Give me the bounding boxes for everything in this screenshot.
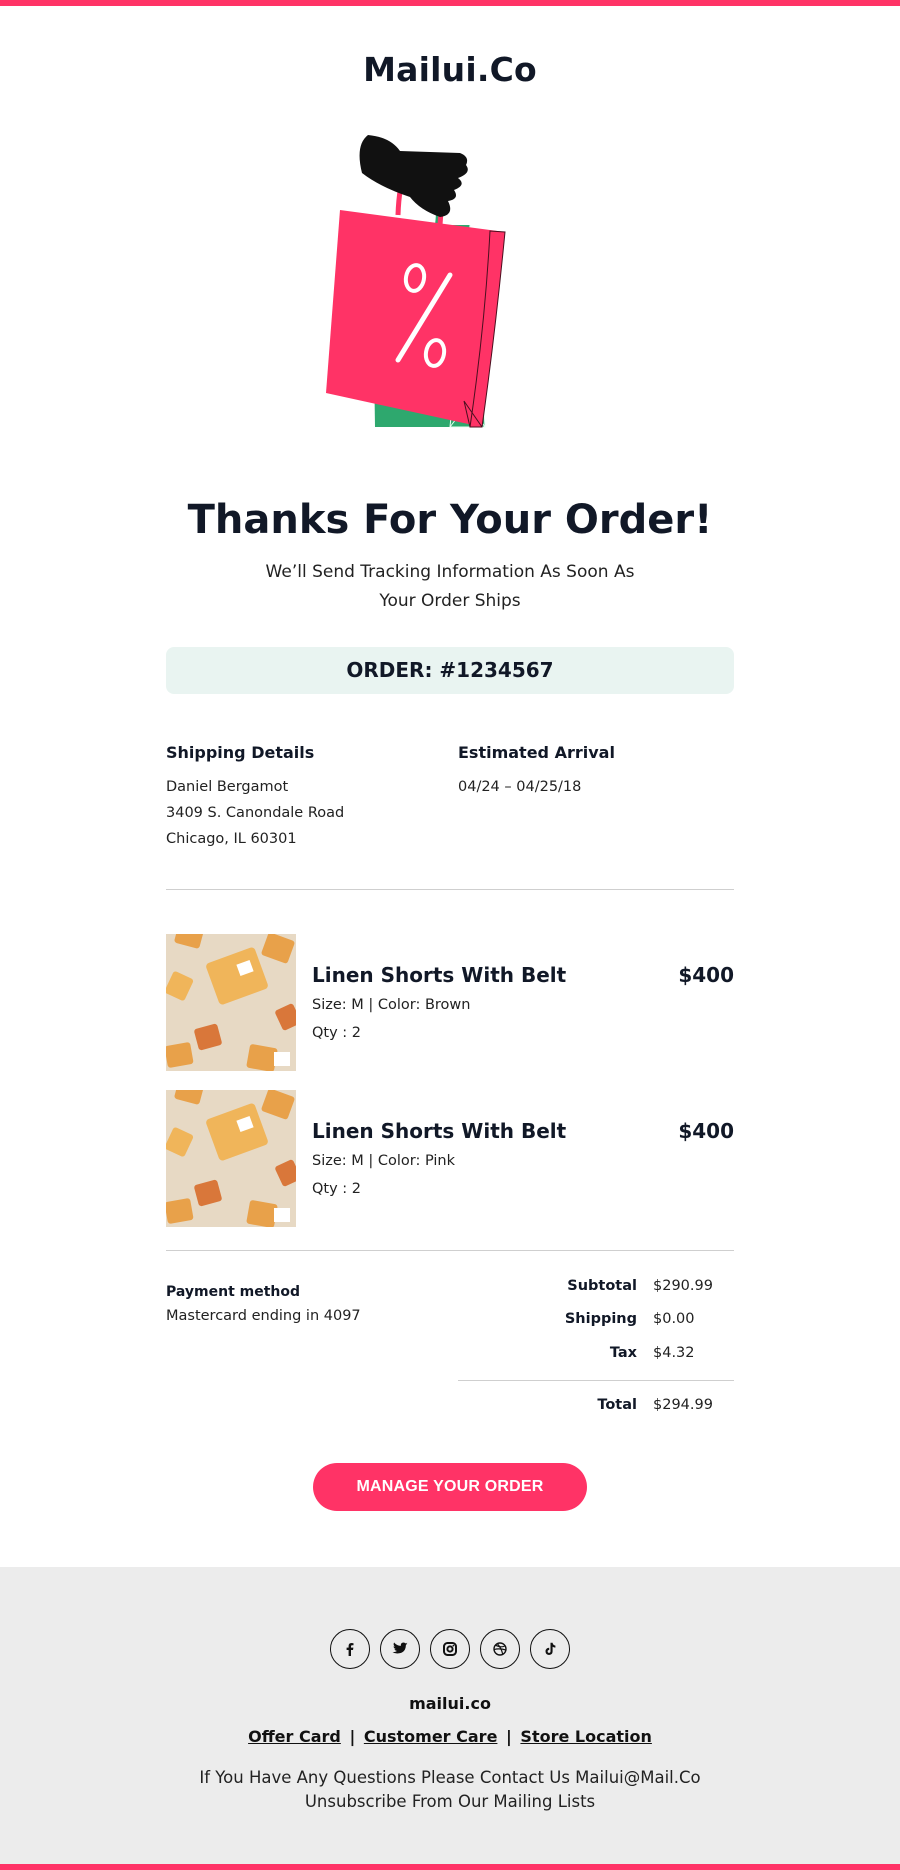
store-location-link[interactable]: Store Location — [520, 1727, 651, 1746]
offer-card-link[interactable]: Offer Card — [248, 1727, 341, 1746]
divider — [166, 1250, 734, 1251]
tax-row: Tax $4.32 — [458, 1345, 734, 1365]
footer-links: Offer Card | Customer Care | Store Locat… — [0, 1727, 900, 1746]
manage-order-button[interactable]: MANAGE YOUR ORDER — [313, 1463, 587, 1511]
page-subtitle: We’ll Send Tracking Information As Soon … — [265, 562, 635, 611]
product-details: Size: M | Color: Brown — [312, 997, 471, 1013]
social-links — [0, 1629, 900, 1669]
bottom-accent-bar — [0, 1864, 900, 1870]
product-image[interactable] — [166, 1090, 296, 1227]
payment-method-label: Payment method — [166, 1284, 301, 1300]
shipping-value: $0.00 — [653, 1311, 695, 1327]
shipping-name: Daniel Bergamot — [166, 779, 289, 795]
product-qty: Qty : 2 — [312, 1025, 362, 1041]
instagram-icon[interactable] — [430, 1629, 470, 1669]
product-name[interactable]: Linen Shorts With Belt — [312, 1119, 566, 1143]
top-accent-bar — [0, 0, 900, 6]
tax-label: Tax — [609, 1345, 637, 1361]
order-number-badge: ORDER: #1234567 — [166, 647, 734, 694]
product-item: Linen Shorts With Belt $400 Size: M | Co… — [166, 1090, 734, 1227]
product-qty: Qty : 2 — [312, 1181, 362, 1197]
twitter-icon[interactable] — [380, 1629, 420, 1669]
arrival-heading: Estimated Arrival — [458, 743, 615, 762]
subtotal-value: $290.99 — [653, 1278, 713, 1294]
total-label: Total — [597, 1397, 637, 1413]
total-divider — [458, 1380, 734, 1381]
footer: mailui.co Offer Card | Customer Care | S… — [0, 1567, 900, 1864]
tiktok-icon[interactable] — [530, 1629, 570, 1669]
payment-method-value: Mastercard ending in 4097 — [166, 1308, 361, 1324]
shipping-row: Shipping $0.00 — [458, 1311, 734, 1331]
subtotal-row: Subtotal $290.99 — [458, 1278, 734, 1298]
link-separator: | — [506, 1727, 512, 1746]
customer-care-link[interactable]: Customer Care — [364, 1727, 498, 1746]
shipping-city: Chicago, IL 60301 — [166, 831, 297, 847]
product-price: $400 — [678, 963, 734, 987]
total-row: Total $294.99 — [458, 1397, 734, 1417]
product-image[interactable] — [166, 934, 296, 1071]
tax-value: $4.32 — [653, 1345, 695, 1361]
unsubscribe-link[interactable]: Unsubscribe From Our Mailing Lists — [0, 1792, 900, 1811]
total-value: $294.99 — [653, 1397, 713, 1413]
shopping-bags-illustration — [320, 135, 580, 435]
shipping-details: Shipping Details Daniel Bergamot 3409 S.… — [166, 743, 446, 852]
page-title: Thanks For Your Order! — [187, 497, 713, 543]
footer-domain[interactable]: mailui.co — [0, 1694, 900, 1713]
dribbble-icon[interactable] — [480, 1629, 520, 1669]
divider — [166, 889, 734, 890]
shipping-street: 3409 S. Canondale Road — [166, 805, 345, 821]
shipping-heading: Shipping Details — [166, 743, 315, 762]
product-details: Size: M | Color: Pink — [312, 1153, 456, 1169]
arrival-dates: 04/24 – 04/25/18 — [458, 779, 582, 795]
link-separator: | — [349, 1727, 356, 1746]
footer-contact: If You Have Any Questions Please Contact… — [199, 1768, 701, 1787]
shipping-label: Shipping — [564, 1311, 637, 1327]
brand-logo[interactable]: Mailui.Co — [0, 50, 900, 89]
product-price: $400 — [678, 1119, 734, 1143]
product-item: Linen Shorts With Belt $400 Size: M | Co… — [166, 934, 734, 1071]
facebook-icon[interactable] — [330, 1629, 370, 1669]
subtotal-label: Subtotal — [567, 1278, 637, 1294]
estimated-arrival: Estimated Arrival 04/24 – 04/25/18 — [458, 743, 738, 800]
product-name[interactable]: Linen Shorts With Belt — [312, 963, 566, 987]
